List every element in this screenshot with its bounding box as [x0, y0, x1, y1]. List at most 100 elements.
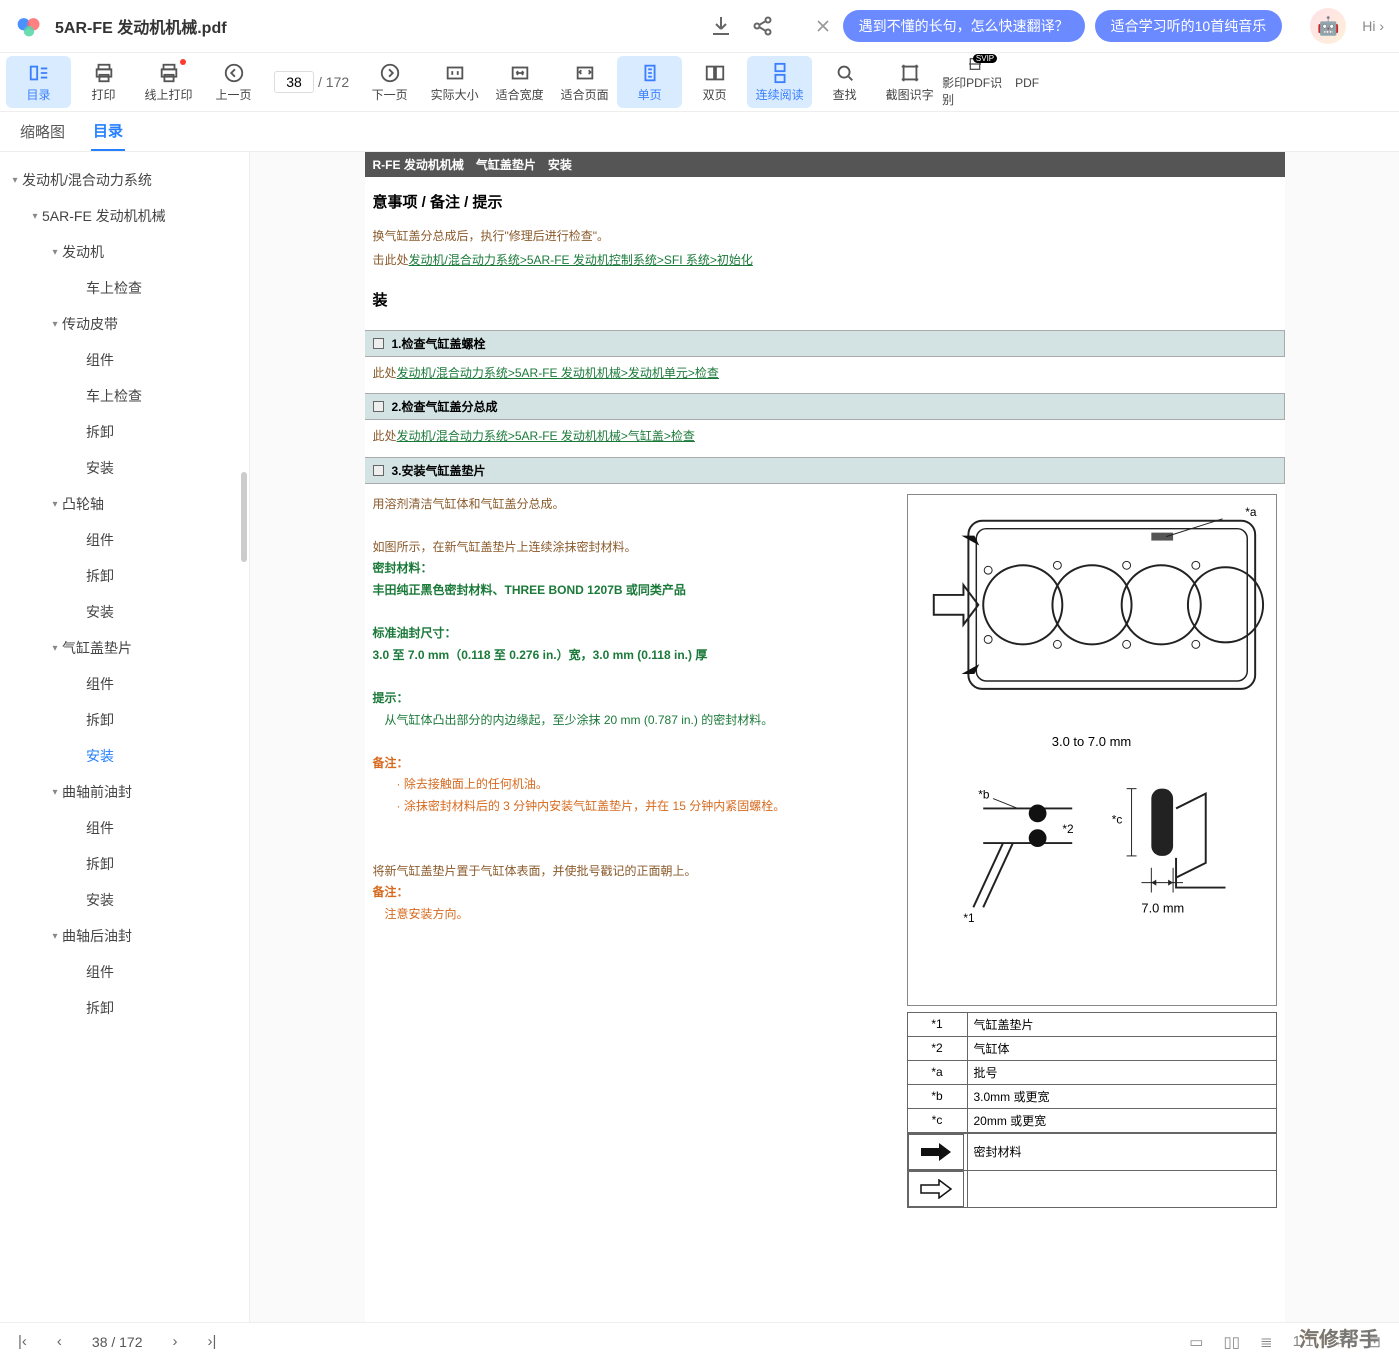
toc-item[interactable]: 拆卸 [0, 846, 249, 882]
link-step2[interactable]: 发动机/混合动力系统>5AR-FE 发动机机械>气缸盖>检查 [397, 429, 695, 443]
double-page-button[interactable]: 双页 [682, 56, 747, 108]
gasket-figure: *a 3.0 to 7.0 mm *b [907, 494, 1277, 1006]
document-viewport[interactable]: R-FE 发动机机械 气缸盖垫片 安装 意事项 / 备注 / 提示 换气缸盖分总… [250, 152, 1399, 1322]
toc-item[interactable]: ▾凸轮轴 [0, 486, 249, 522]
close-icon[interactable] [813, 16, 833, 36]
collapse-icon[interactable] [373, 401, 384, 412]
crop-ocr-button[interactable]: 截图识字 [877, 56, 942, 108]
toc-item[interactable]: 车上检查 [0, 378, 249, 414]
toc-item[interactable]: 组件 [0, 954, 249, 990]
toc-item[interactable]: 拆卸 [0, 558, 249, 594]
pdf-button[interactable]: PDF [1007, 56, 1047, 108]
svg-text:*2: *2 [1062, 822, 1073, 836]
page-input[interactable] [274, 71, 314, 93]
promo-area: 遇到不懂的长句，怎么快速翻译？ 适合学习听的10首纯音乐 🤖 Hi › [805, 8, 1384, 44]
file-name: 5AR-FE 发动机机械.pdf [55, 14, 709, 38]
find-button[interactable]: 查找 [812, 56, 877, 108]
intro-link-line: 击此处发动机/混合动力系统>5AR-FE 发动机控制系统>SFI 系统>初始化 [365, 250, 1285, 274]
dim-label: 3.0 to 7.0 mm [914, 734, 1270, 749]
legend-row: *1气缸盖垫片 [907, 1012, 1276, 1036]
toc-item[interactable]: 组件 [0, 810, 249, 846]
promo-pill-1[interactable]: 遇到不懂的长句，怎么快速翻译？ [843, 10, 1085, 42]
prev-icon[interactable]: ‹ [57, 1333, 62, 1350]
actual-size-button[interactable]: 实际大小 [422, 56, 487, 108]
svg-text:*1: *1 [963, 911, 975, 925]
continuous-button[interactable]: 连续阅读 [747, 56, 812, 108]
step-1: 1.检查气缸盖螺栓 [365, 330, 1285, 357]
toc-sidebar[interactable]: ▾发动机/混合动力系统▾5AR-FE 发动机机械▾发动机车上检查▾传动皮带组件车… [0, 152, 250, 1322]
svg-text:*b: *b [978, 788, 990, 802]
promo-pill-2[interactable]: 适合学习听的10首纯音乐 [1095, 10, 1283, 42]
toc-item[interactable]: ▾发动机 [0, 234, 249, 270]
fit-page-button[interactable]: 适合页面 [552, 56, 617, 108]
collapse-icon[interactable] [373, 465, 384, 476]
step-2: 2.检查气缸盖分总成 [365, 393, 1285, 420]
toc-item[interactable]: 安装 [0, 594, 249, 630]
toc-item[interactable]: 组件 [0, 342, 249, 378]
toc-item[interactable]: 拆卸 [0, 990, 249, 1026]
fit-width-button[interactable]: 适合宽度 [487, 56, 552, 108]
page-indicator: / 172 [266, 71, 357, 93]
next-page-button[interactable]: 下一页 [357, 56, 422, 108]
step3-text: 用溶剂清洁气缸体和气缸盖分总成。 如图所示，在新气缸盖垫片上连续涂抹密封材料。 … [373, 494, 889, 1208]
first-page-icon[interactable]: |‹ [18, 1333, 27, 1350]
solid-arrow-icon [908, 1134, 964, 1170]
svg-text:*a: *a [1245, 504, 1257, 518]
toolbar: 目录 打印 线上打印 上一页 / 172 下一页 实际大小 适合宽度 适合页面 … [0, 52, 1399, 112]
link-init[interactable]: 发动机/混合动力系统>5AR-FE 发动机控制系统>SFI 系统>初始化 [409, 253, 753, 267]
page-label: 38 / 172 [92, 1334, 143, 1350]
legend-row: *a批号 [907, 1060, 1276, 1084]
toc-item[interactable]: 拆卸 [0, 414, 249, 450]
toc-item[interactable]: ▾发动机/混合动力系统 [0, 162, 249, 198]
view-single-icon[interactable]: ▭ [1189, 1333, 1203, 1351]
toc-item[interactable]: ▾5AR-FE 发动机机械 [0, 198, 249, 234]
scan-pdf-button[interactable]: SVIP影印PDF识别 [942, 56, 1007, 108]
view-cont-icon[interactable]: ≣ [1260, 1333, 1273, 1351]
app-logo [15, 12, 43, 40]
bottombar: |‹ ‹ 38 / 172 › ›| ▭ ▯▯ ≣ 1:1 ↔ ⊡ [0, 1322, 1399, 1360]
pdf-page: R-FE 发动机机械 气缸盖垫片 安装 意事项 / 备注 / 提示 换气缸盖分总… [365, 152, 1285, 1322]
single-page-button[interactable]: 单页 [617, 56, 682, 108]
link-step1[interactable]: 发动机/混合动力系统>5AR-FE 发动机机械>发动机单元>检查 [397, 366, 719, 380]
toc-item[interactable]: ▾曲轴前油封 [0, 774, 249, 810]
view-double-icon[interactable]: ▯▯ [1223, 1333, 1240, 1351]
toc-item[interactable]: ▾传动皮带 [0, 306, 249, 342]
scrollbar-thumb[interactable] [241, 472, 247, 562]
tab-thumbnails[interactable]: 缩略图 [18, 113, 67, 150]
prev-page-button[interactable]: 上一页 [201, 56, 266, 108]
download-icon[interactable] [709, 14, 733, 38]
page-breadcrumb: R-FE 发动机机械 气缸盖垫片 安装 [365, 152, 1285, 177]
toc-button[interactable]: 目录 [6, 56, 71, 108]
toc-item[interactable]: 组件 [0, 666, 249, 702]
legend-row: *b3.0mm 或更宽 [907, 1084, 1276, 1108]
toc-item[interactable]: 安装 [0, 450, 249, 486]
collapse-icon[interactable] [373, 338, 384, 349]
intro-line: 换气缸盖分总成后，执行"修理后进行检查"。 [365, 226, 1285, 250]
last-page-icon[interactable]: ›| [208, 1333, 217, 1350]
next-icon[interactable]: › [173, 1333, 178, 1350]
toc-item[interactable]: 组件 [0, 522, 249, 558]
toc-item[interactable]: 车上检查 [0, 270, 249, 306]
toc-item[interactable]: 拆卸 [0, 702, 249, 738]
toc-item[interactable]: ▾气缸盖垫片 [0, 630, 249, 666]
print-button[interactable]: 打印 [71, 56, 136, 108]
greeting: Hi › [1362, 18, 1384, 34]
proc-title: 装 [365, 275, 1285, 324]
hollow-arrow-icon [908, 1171, 964, 1207]
toc-item[interactable]: 安装 [0, 882, 249, 918]
step-3: 3.安装气缸盖垫片 [365, 457, 1285, 484]
tab-toc[interactable]: 目录 [91, 112, 125, 151]
titlebar: 5AR-FE 发动机机械.pdf 遇到不懂的长句，怎么快速翻译？ 适合学习听的1… [0, 0, 1399, 52]
toc-item[interactable]: 安装 [0, 738, 249, 774]
legend-row: *2气缸体 [907, 1036, 1276, 1060]
legend-row: *c20mm 或更宽 [907, 1108, 1276, 1132]
online-print-button[interactable]: 线上打印 [136, 56, 201, 108]
avatar[interactable]: 🤖 [1310, 8, 1346, 44]
watermark: 汽修帮手 [1299, 1323, 1379, 1352]
toc-item[interactable]: ▾曲轴后油封 [0, 918, 249, 954]
svg-text:7.0 mm: 7.0 mm [1141, 900, 1184, 915]
share-icon[interactable] [751, 14, 775, 38]
legend-table: *1气缸盖垫片*2气缸体*a批号*b3.0mm 或更宽*c20mm 或更宽 [907, 1012, 1277, 1133]
svg-text:*c: *c [1111, 812, 1122, 826]
section-diagram: *b *2 *1 *c 7.0 mm [914, 759, 1270, 937]
